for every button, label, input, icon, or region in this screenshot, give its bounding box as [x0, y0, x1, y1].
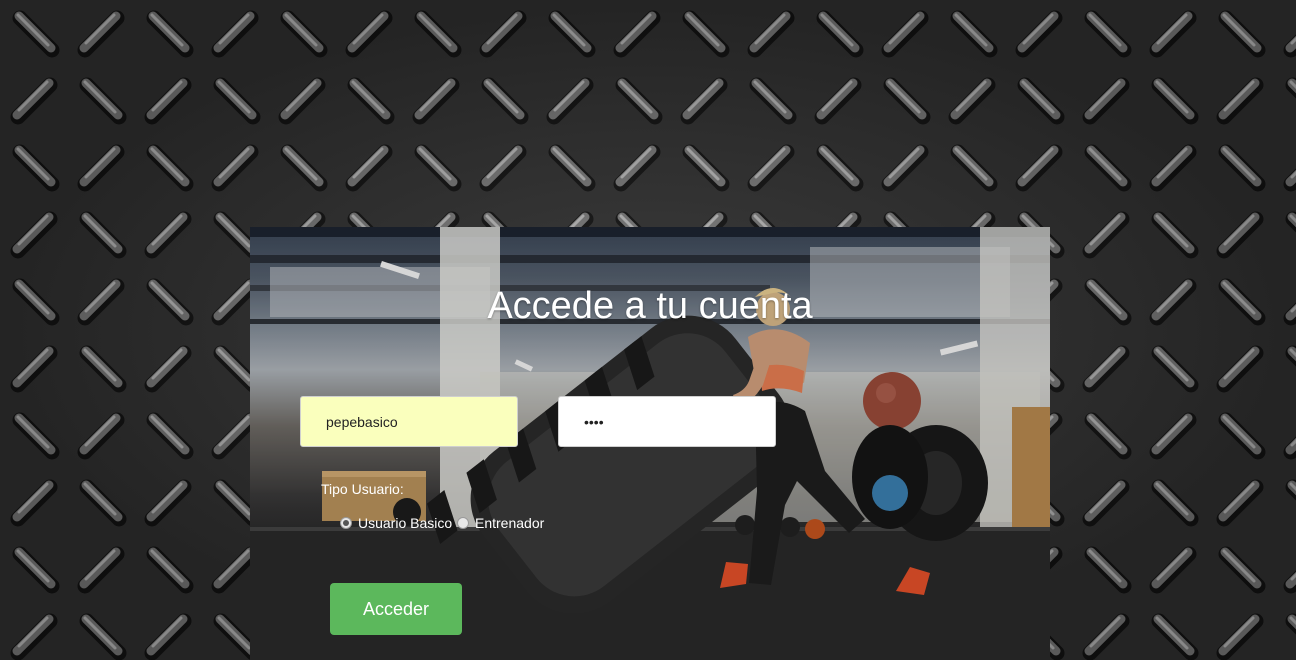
radio-usuario-basico[interactable]: Usuario Basico [340, 515, 452, 531]
password-input[interactable] [558, 396, 776, 447]
login-panel: Accede a tu cuenta Tipo Usuario: Usuario… [250, 227, 1050, 660]
acceder-button[interactable]: Acceder [330, 583, 462, 635]
page-title: Accede a tu cuenta [487, 285, 813, 327]
radio-checked-icon[interactable] [340, 517, 352, 529]
user-type-label: Tipo Usuario: [321, 481, 404, 497]
radio-entrenador-label: Entrenador [475, 515, 545, 531]
radio-unchecked-icon[interactable] [457, 517, 469, 529]
page-background: Accede a tu cuenta Tipo Usuario: Usuario… [0, 0, 1296, 660]
username-input[interactable] [300, 396, 518, 447]
radio-usuario-basico-label: Usuario Basico [358, 515, 453, 531]
radio-entrenador[interactable]: Entrenador [457, 515, 544, 531]
